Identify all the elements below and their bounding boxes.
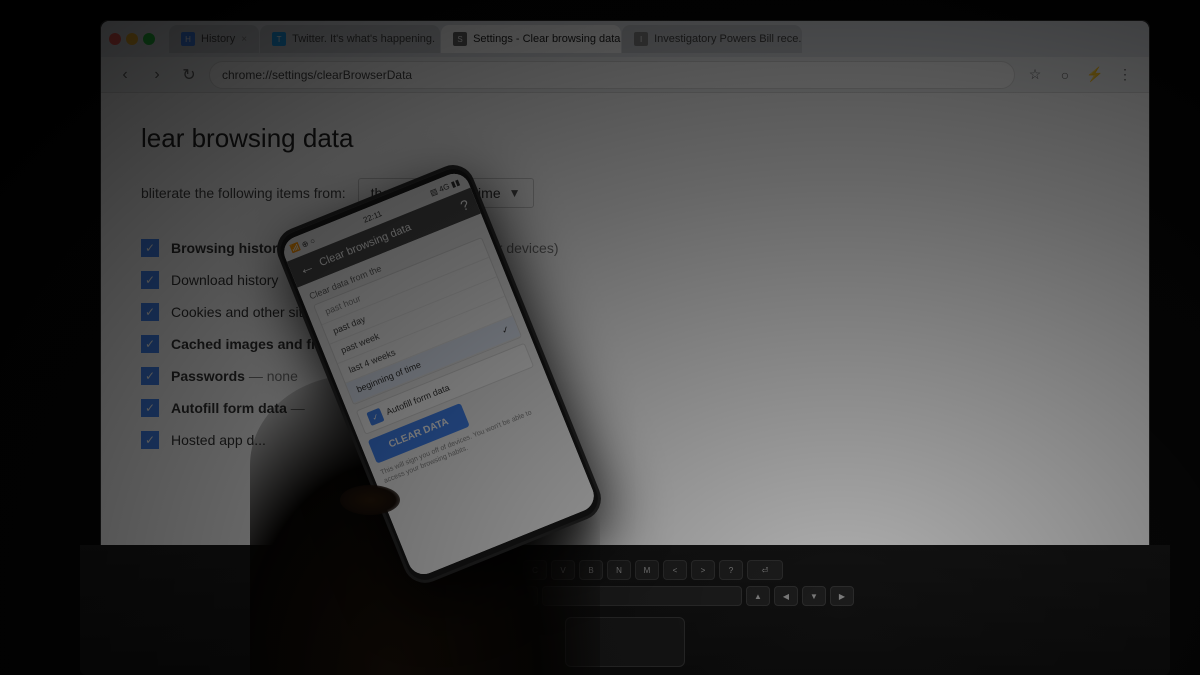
- extensions-icon[interactable]: ⚡: [1083, 63, 1107, 87]
- key-m[interactable]: M: [635, 560, 659, 580]
- phone-autofill-check[interactable]: ✓: [366, 408, 384, 426]
- omnibar: ‹ › ↻ chrome://settings/clearBrowserData…: [101, 57, 1149, 93]
- menu-icon[interactable]: ⋮: [1113, 63, 1137, 87]
- tab-settings[interactable]: S Settings - Clear browsing data ×: [441, 25, 621, 53]
- page-title-text: lear browsing data: [141, 123, 353, 153]
- tabs-bar: H History × T Twitter. It's what's happe…: [169, 25, 1141, 53]
- cookies-item: ✓ Cookies and other site and plugin data: [141, 296, 1109, 328]
- phone-time: 22:11: [362, 209, 383, 225]
- tab-twitter-label: Twitter. It's what's happening.: [292, 33, 435, 45]
- finger-tip: [340, 485, 400, 515]
- cached-images-item: ✓ Cached images and files — 638 MB: [141, 328, 1109, 360]
- hosted-app-check[interactable]: ✓: [141, 431, 159, 449]
- time-label-text: bliterate the following items from:: [141, 185, 346, 201]
- maximize-button[interactable]: [143, 33, 155, 45]
- passwords-item: ✓ Passwords — none: [141, 360, 1109, 392]
- key-up[interactable]: ▲: [746, 586, 770, 606]
- twitter-favicon: T: [272, 32, 286, 46]
- tab-twitter[interactable]: T Twitter. It's what's happening. ×: [260, 25, 440, 53]
- phone-option-check-icon: ✓: [500, 324, 511, 337]
- key-n[interactable]: N: [607, 560, 631, 580]
- tab-investigatory-label: Investigatory Powers Bill rece...: [654, 33, 802, 45]
- tab-settings-label: Settings - Clear browsing data: [473, 33, 620, 45]
- history-favicon: H: [181, 32, 195, 46]
- profile-icon[interactable]: ○: [1053, 63, 1077, 87]
- bookmark-icon[interactable]: ☆: [1023, 63, 1047, 87]
- phone-help-icon[interactable]: ?: [458, 196, 471, 214]
- cached-check[interactable]: ✓: [141, 335, 159, 353]
- key-enter[interactable]: ⏎: [747, 560, 783, 580]
- passwords-label: Passwords — none: [171, 368, 298, 384]
- key-right[interactable]: ▶: [830, 586, 854, 606]
- forward-nav-button[interactable]: ›: [145, 63, 169, 87]
- key-slash[interactable]: ?: [719, 560, 743, 580]
- download-history-check[interactable]: ✓: [141, 271, 159, 289]
- page-title: lear browsing data: [141, 123, 1109, 154]
- cookies-check[interactable]: ✓: [141, 303, 159, 321]
- key-comma[interactable]: <: [663, 560, 687, 580]
- back-nav-button[interactable]: ‹: [113, 63, 137, 87]
- investigatory-favicon: I: [634, 32, 648, 46]
- chrome-titlebar: H History × T Twitter. It's what's happe…: [101, 21, 1149, 57]
- autofill-check[interactable]: ✓: [141, 399, 159, 417]
- url-text: chrome://settings/clearBrowserData: [222, 68, 412, 82]
- key-period[interactable]: >: [691, 560, 715, 580]
- key-down[interactable]: ▼: [802, 586, 826, 606]
- window-controls: [109, 33, 155, 45]
- tab-history-close[interactable]: ×: [241, 34, 247, 45]
- time-selector-row: bliterate the following items from: the …: [141, 178, 1109, 208]
- tab-history[interactable]: H History ×: [169, 25, 259, 53]
- phone-back-icon[interactable]: ←: [296, 257, 318, 280]
- key-left[interactable]: ◀: [774, 586, 798, 606]
- close-button[interactable]: [109, 33, 121, 45]
- minimize-button[interactable]: [126, 33, 138, 45]
- passwords-check[interactable]: ✓: [141, 367, 159, 385]
- reload-nav-button[interactable]: ↻: [177, 63, 201, 87]
- omnibar-actions: ☆ ○ ⚡ ⋮: [1023, 63, 1137, 87]
- laptop-keyboard-area: Z X C V B N M < > ? ⏎ ⌘ command alt opti…: [80, 545, 1170, 675]
- tab-investigatory[interactable]: I Investigatory Powers Bill rece... ×: [622, 25, 802, 53]
- url-bar[interactable]: chrome://settings/clearBrowserData: [209, 61, 1015, 89]
- tab-history-label: History: [201, 33, 235, 45]
- keyboard: Z X C V B N M < > ? ⏎ ⌘ command alt opti…: [80, 545, 1170, 621]
- browsing-history-check[interactable]: ✓: [141, 239, 159, 257]
- settings-favicon: S: [453, 32, 467, 46]
- download-history-label: Download history: [171, 272, 278, 288]
